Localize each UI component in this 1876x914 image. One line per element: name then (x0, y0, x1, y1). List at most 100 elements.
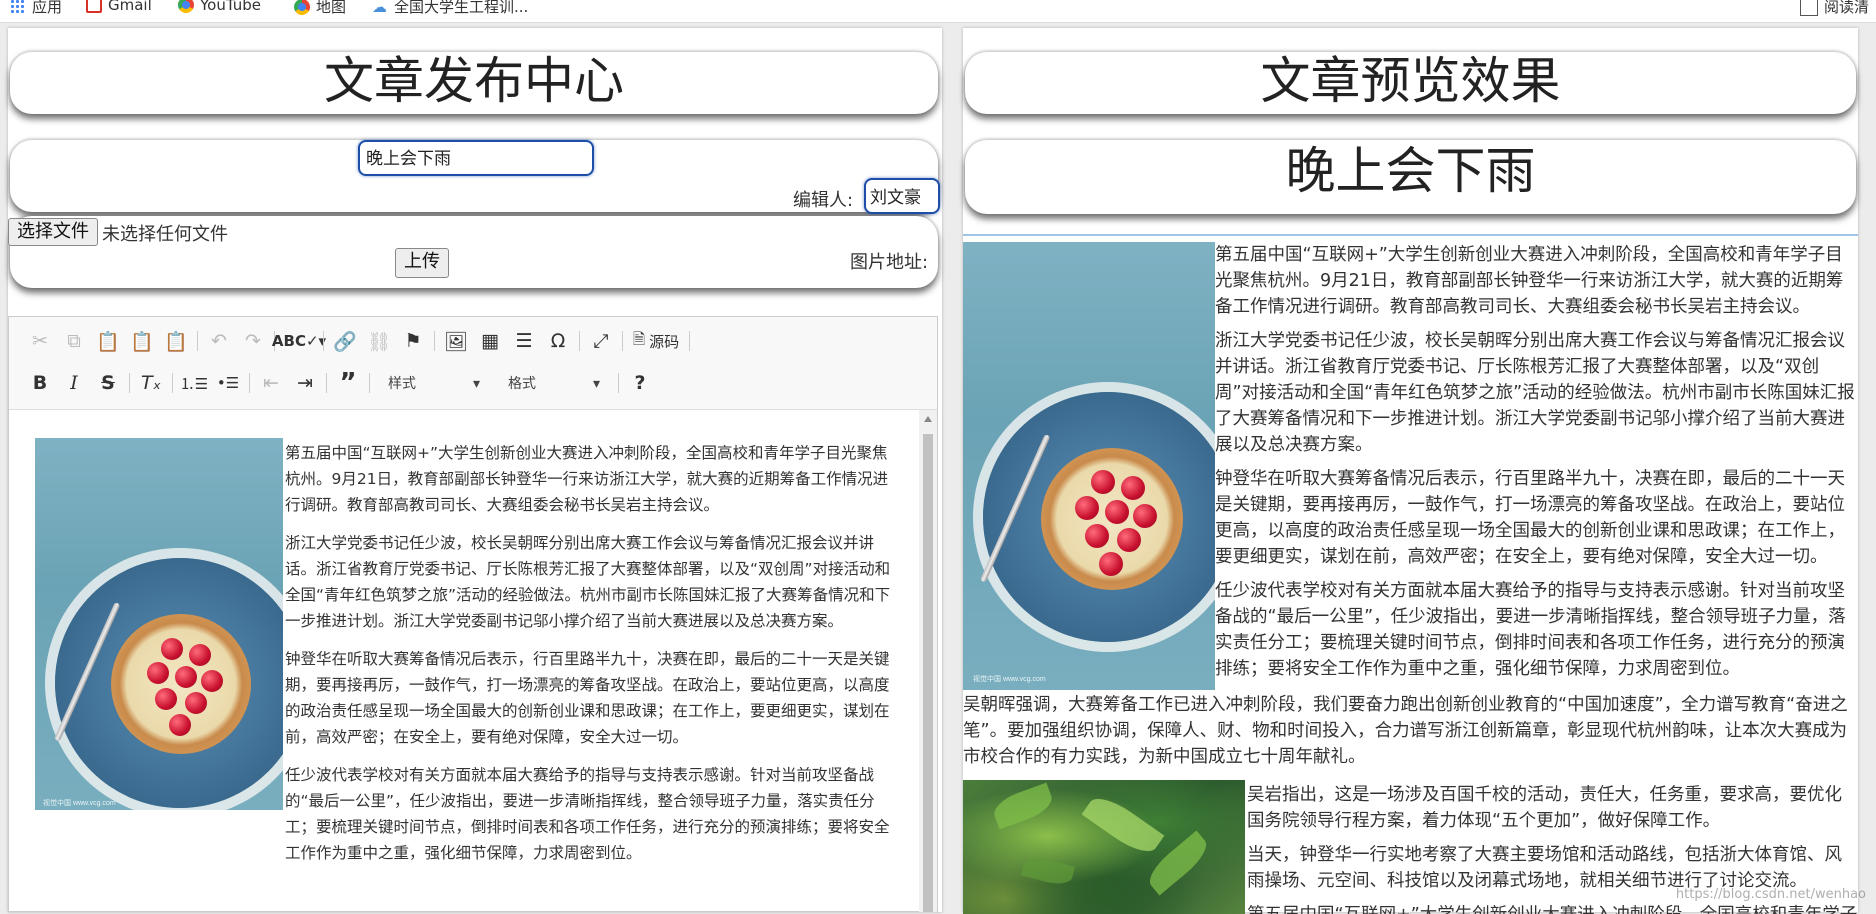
italic-icon[interactable]: I (57, 369, 91, 397)
bookmarks-bar: 应用 Gmail YouTube 地图 ☁ 全国大学生工程训... 阅读清 (0, 0, 1876, 23)
source-button[interactable]: 🗎 源码 (627, 329, 685, 354)
link-icon[interactable]: 🔗 (328, 327, 362, 355)
leaf-shape (1021, 853, 1075, 889)
rich-text-editor: ✂ ⧉ 📋 📋 📋 ↶ ↷ ABC✓▾ 🔗 ⛓ ⚑ 🖼 ▦ ☰ Ω ⤢ 🗎源码 (8, 316, 938, 912)
raspberry-shape (175, 666, 197, 688)
cut-icon[interactable]: ✂ (23, 327, 57, 355)
indent-icon[interactable]: ⇥ (288, 369, 322, 397)
toolbar-separator (197, 331, 198, 351)
preview-paragraph: 第五届中国“互联网+”大学生创新创业大赛进入冲刺阶段，全国高校和青年学子目光聚焦… (1215, 245, 1844, 317)
undo-icon[interactable]: ↶ (202, 327, 236, 355)
toolbar-separator (129, 373, 130, 393)
preview-text-block-2: 吴朝晖强调，大赛筹备工作已进入冲刺阶段，我们要奋力跑出创新创业教育的“中国加速度… (963, 692, 1858, 782)
preview-text-block-1: 第五届中国“互联网+”大学生创新创业大赛进入冲刺阶段，全国高校和青年学子目光聚焦… (1215, 242, 1858, 690)
toolbar-separator (326, 373, 327, 393)
article-paragraph: 钟登华在听取大赛筹备情况后表示，行百里路半九十，决赛在即，最后的二十一天是关键期… (285, 650, 890, 746)
paste-word-icon[interactable]: 📋 (159, 327, 193, 355)
chevron-down-icon: ▾ (472, 374, 480, 391)
editor-label: 编辑人: (793, 190, 854, 211)
editor-scrollbar[interactable] (919, 410, 937, 912)
bookmark-label: Gmail (108, 0, 152, 14)
bookmark-engineering[interactable]: ☁ 全国大学生工程训... (372, 0, 528, 17)
article-text-block: 第五届中国“互联网+”大学生创新创业大赛进入冲刺阶段，全国高校和青年学子目光聚焦… (285, 440, 895, 878)
horizontal-line-icon[interactable]: ☰ (507, 327, 541, 355)
scrollbar-thumb[interactable] (923, 434, 933, 912)
paste-icon[interactable]: 📋 (91, 327, 125, 355)
preview-paragraph: 钟登华在听取大赛筹备情况后表示，行百里路半九十，决赛在即，最后的二十一天是关键期… (1215, 469, 1845, 567)
preview-second-image (963, 780, 1245, 914)
spellcheck-icon[interactable]: ABC✓▾ (272, 327, 326, 355)
styles-dropdown[interactable]: 样式 ▾ (378, 370, 490, 396)
bold-icon[interactable]: B (23, 369, 57, 397)
upload-button[interactable]: 上传 (395, 248, 449, 278)
bookmark-maps[interactable]: 地图 (294, 0, 346, 17)
table-icon[interactable]: ▦ (473, 327, 507, 355)
reading-list-label: 阅读清 (1824, 0, 1870, 16)
bullet-list-icon[interactable]: •☰ (211, 369, 245, 397)
image-watermark: 视觉中国 www.vcg.com (43, 800, 116, 807)
preview-page-title: 文章预览效果 (1260, 52, 1561, 110)
raspberry-shape (1099, 552, 1123, 576)
raspberry-shape (1075, 496, 1099, 520)
title-form-card: 晚上会下雨 编辑人: 刘文豪 (10, 140, 940, 214)
preview-paragraph: 任少波代表学校对有关方面就本届大赛给予的指导与支持表示感谢。针对当前攻坚备战的“… (1215, 581, 1846, 679)
unlink-icon[interactable]: ⛓ (362, 327, 396, 355)
remove-format-icon[interactable]: Tₓ (134, 369, 168, 397)
scroll-up-arrow[interactable] (924, 416, 932, 422)
source-icon: 🗎 (633, 330, 646, 348)
leaf-shape (1081, 789, 1165, 861)
redo-icon[interactable]: ↷ (236, 327, 270, 355)
article-paragraph: 第五届中国“互联网+”大学生创新创业大赛进入冲刺阶段，全国高校和青年学子目光聚焦… (285, 444, 889, 514)
toolbar-row-2: B I S Tₓ ⒈☰ •☰ ⇤ ⇥ ” 样式 ▾ 格式 ▾ ? (23, 368, 657, 398)
bookmark-apps[interactable]: 应用 (10, 0, 62, 17)
raspberry-shape (201, 670, 223, 692)
raspberry-shape (1091, 470, 1115, 494)
chevron-down-icon: ▾ (592, 374, 600, 391)
raspberry-shape (155, 688, 177, 710)
raspberry-shape (1105, 500, 1129, 524)
anchor-icon[interactable]: ⚑ (396, 327, 430, 355)
source-label: 源码 (649, 333, 680, 351)
editor-content-area[interactable]: 视觉中国 www.vcg.com 第五届中国“互联网+”大学生创新创业大赛进入冲… (9, 410, 919, 912)
copy-icon[interactable]: ⧉ (57, 327, 91, 355)
apps-grid-icon (10, 0, 26, 15)
maximize-icon[interactable]: ⤢ (584, 327, 618, 355)
preview-paragraph: 第五届中国“互联网+”大学生创新创业大赛进入冲刺阶段，全国高校和青年学子 (1247, 902, 1858, 914)
editor-name-input[interactable]: 刘文豪 (864, 178, 940, 214)
image-url-label: 图片地址: (850, 252, 929, 273)
strikethrough-icon[interactable]: S (91, 369, 125, 397)
toolbar-separator (434, 331, 435, 351)
bookmark-gmail[interactable]: Gmail (86, 0, 152, 14)
gmail-icon (86, 0, 102, 13)
preview-title-card: 晚上会下雨 (965, 140, 1856, 214)
toolbar-separator (249, 373, 250, 393)
bookmark-label: 地图 (316, 0, 347, 16)
cloud-icon: ☁ (372, 0, 387, 16)
bookmark-label: 应用 (32, 0, 63, 16)
youtube-icon (178, 0, 194, 13)
raspberry-shape (169, 714, 191, 736)
upload-card: 选择文件 未选择任何文件 上传 图片地址: (8, 216, 938, 288)
bookmark-youtube[interactable]: YouTube (178, 0, 261, 14)
article-image: 视觉中国 www.vcg.com (35, 438, 283, 810)
special-char-icon[interactable]: Ω (541, 327, 575, 355)
reading-list[interactable]: 阅读清 (1800, 0, 1869, 17)
preview-paragraph: 浙江大学党委书记任少波，校长吴朝晖分别出席大赛工作会议与筹备情况汇报会议并讲话。… (1215, 331, 1855, 455)
url-watermark: https://blog.csdn.net/wenhao (1675, 887, 1866, 902)
outdent-icon[interactable]: ⇤ (254, 369, 288, 397)
page-title: 文章发布中心 (324, 52, 624, 110)
preview-content: 视觉中国 www.vcg.com 第五届中国“互联网+”大学生创新创业大赛进入冲… (963, 234, 1858, 914)
raspberry-shape (189, 644, 211, 666)
maps-icon (294, 0, 310, 15)
preview-header: 文章预览效果 (965, 52, 1856, 114)
blockquote-icon[interactable]: ” (331, 368, 365, 398)
image-icon[interactable]: 🖼 (439, 327, 473, 355)
format-dropdown[interactable]: 格式 ▾ (498, 370, 610, 396)
choose-file-button[interactable]: 选择文件 (8, 218, 98, 246)
image-watermark: 视觉中国 www.vcg.com (973, 676, 1046, 683)
preview-article-image: 视觉中国 www.vcg.com (963, 242, 1215, 690)
paste-text-icon[interactable]: 📋 (125, 327, 159, 355)
numbered-list-icon[interactable]: ⒈☰ (177, 369, 211, 397)
help-icon[interactable]: ? (623, 369, 657, 397)
article-title-input[interactable]: 晚上会下雨 (358, 140, 594, 176)
